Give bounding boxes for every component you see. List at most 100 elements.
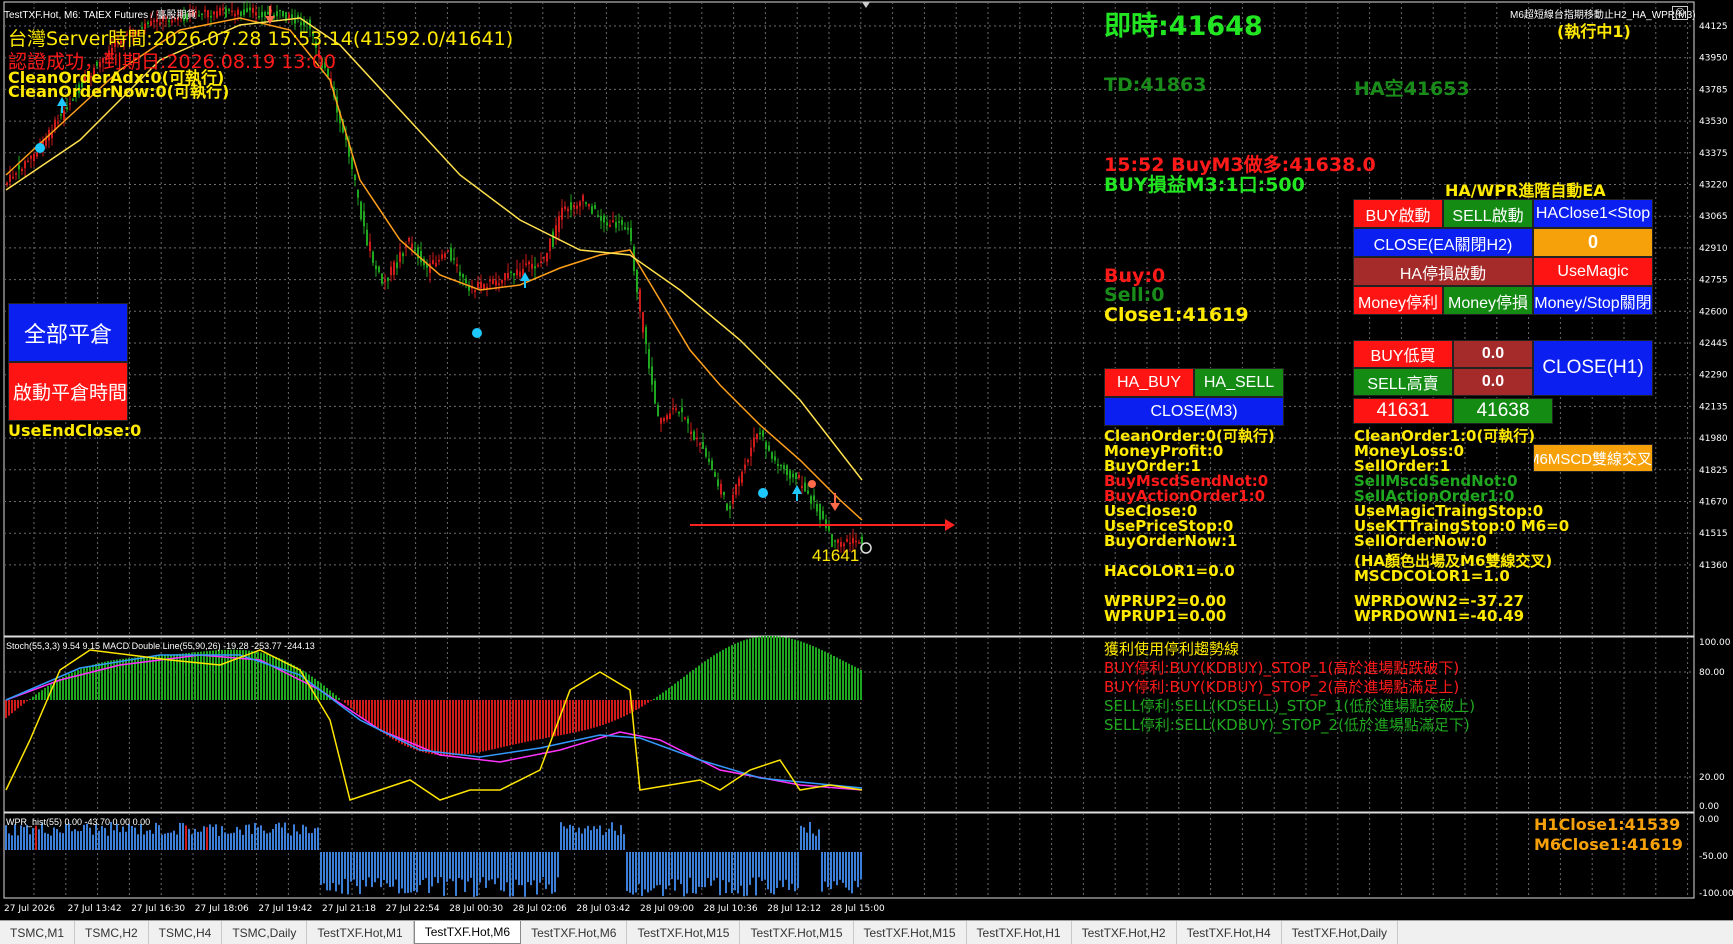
chart-tab[interactable]: TestTXF.Hot,M15 bbox=[627, 921, 741, 944]
buy-low-value[interactable]: 0.0 bbox=[1453, 340, 1533, 368]
candle-body bbox=[660, 417, 662, 424]
close-all-button[interactable]: 全部平倉 bbox=[8, 303, 128, 362]
money-profit-button[interactable]: Money停利 bbox=[1353, 286, 1443, 315]
sell-high-value[interactable]: 0.0 bbox=[1453, 368, 1533, 396]
ha-buy-button[interactable]: HA_BUY bbox=[1104, 368, 1194, 397]
candle-body bbox=[519, 271, 521, 277]
candle-body bbox=[549, 238, 551, 251]
candle-body bbox=[492, 279, 494, 285]
time-axis-label: 28 Jul 03:42 bbox=[576, 904, 630, 914]
candle-body bbox=[591, 206, 593, 214]
candle-body bbox=[786, 465, 788, 475]
time-axis-label: 27 Jul 21:18 bbox=[322, 904, 376, 914]
td-value: TD:41863 bbox=[1104, 74, 1207, 96]
time-axis-label: 28 Jul 10:36 bbox=[704, 904, 758, 914]
stop-rule-line: SELL停利:SELL(KDSELL)_STOP_1(低於進場點突破上) bbox=[1104, 697, 1476, 715]
chart-tab[interactable]: TestTXF.Hot,H1 bbox=[967, 921, 1072, 944]
price-axis-label: 41670 bbox=[1699, 498, 1728, 508]
chart-tab[interactable]: TestTXF.Hot,H2 bbox=[1072, 921, 1177, 944]
wpr-axis-label: -100.00 bbox=[1699, 889, 1733, 899]
candle-body bbox=[555, 225, 557, 237]
candle-body bbox=[357, 189, 359, 198]
chart-tab[interactable]: TestTXF.Hot,M6 bbox=[413, 921, 522, 944]
candle-body bbox=[252, 7, 254, 13]
candle-body bbox=[213, 11, 215, 15]
chart-tab[interactable]: TestTXF.Hot,H4 bbox=[1177, 921, 1282, 944]
money-stop-close-button[interactable]: Money/Stop關閉 bbox=[1533, 286, 1653, 315]
candle-body bbox=[690, 431, 692, 435]
price-axis-label: 42135 bbox=[1699, 402, 1728, 412]
candle-body bbox=[777, 464, 779, 466]
candle-body bbox=[711, 460, 713, 470]
mscd-cross-button[interactable]: M6MSCD雙線交叉 bbox=[1533, 444, 1653, 472]
chart-tab[interactable]: TestTXF.Hot,M1 bbox=[307, 921, 414, 944]
candle-body bbox=[282, 10, 284, 17]
chart-tab[interactable]: TestTXF.Hot,M15 bbox=[740, 921, 854, 944]
candle-body bbox=[288, 14, 290, 19]
candle-body bbox=[714, 472, 716, 477]
close-h1-button[interactable]: CLOSE(H1) bbox=[1533, 340, 1653, 396]
price-chart-canvas[interactable]: 44125 43950 43785 43530 43375 43220 43065 42910… bbox=[0, 0, 1733, 920]
candle-body bbox=[594, 205, 596, 209]
candle-body bbox=[702, 441, 704, 449]
candle-body bbox=[462, 274, 464, 278]
chart-tab[interactable]: TSMC,H4 bbox=[149, 921, 223, 944]
candle-body bbox=[399, 252, 401, 263]
candle-body bbox=[852, 537, 854, 544]
close-time-button[interactable]: 啟動平倉時間 bbox=[8, 362, 128, 421]
candle-body bbox=[237, 9, 239, 15]
zero-button[interactable]: 0 bbox=[1533, 228, 1653, 257]
candle-body bbox=[621, 220, 623, 225]
candle-body bbox=[381, 273, 383, 284]
candle-body bbox=[201, 13, 203, 15]
price-axis-label: 43065 bbox=[1699, 212, 1728, 222]
candle-body bbox=[351, 157, 353, 169]
close-m3-button[interactable]: CLOSE(M3) bbox=[1104, 397, 1284, 426]
chart-tab[interactable]: TestTXF.Hot,M6 bbox=[521, 921, 628, 944]
money-loss-button[interactable]: Money停損 bbox=[1443, 286, 1533, 315]
ha-stop-button[interactable]: HA停損啟動 bbox=[1353, 257, 1533, 286]
candle-body bbox=[657, 405, 659, 417]
candle-body bbox=[807, 490, 809, 494]
candle-body bbox=[231, 10, 233, 12]
price-axis-label: 43375 bbox=[1699, 149, 1728, 159]
close-ea-button[interactable]: CLOSE(EA關閉H2) bbox=[1353, 228, 1533, 257]
stoch-axis-label: 0.00 bbox=[1699, 802, 1719, 812]
ha-sell-button[interactable]: HA_SELL bbox=[1194, 368, 1284, 397]
candle-body bbox=[453, 258, 455, 260]
candle-body bbox=[66, 107, 68, 110]
buy-pnl: BUY損益M3:1口:500 bbox=[1104, 174, 1305, 196]
stop-rule-line: BUY停利:BUY(KDBUY)_STOP_1(高於進場點跌破下) bbox=[1104, 659, 1460, 677]
haclose-stop-button[interactable]: HAClose1<Stop bbox=[1533, 199, 1653, 228]
chart-tab[interactable]: TSMC,H2 bbox=[75, 921, 149, 944]
chart-area[interactable]: 44125 43950 43785 43530 43375 43220 43065 42910… bbox=[0, 0, 1733, 920]
candle-body bbox=[504, 272, 506, 280]
candle-body bbox=[693, 431, 695, 440]
status-left-line: WPRUP1=0.00 bbox=[1104, 607, 1227, 625]
buy-low-button[interactable]: BUY低買 bbox=[1353, 340, 1453, 368]
chart-tab[interactable]: TestTXF.Hot,Daily bbox=[1282, 921, 1398, 944]
use-magic-button[interactable]: UseMagic bbox=[1533, 257, 1653, 286]
candle-body bbox=[849, 542, 851, 545]
candle-body bbox=[291, 14, 293, 18]
candle-body bbox=[681, 407, 683, 413]
sell-start-button[interactable]: SELL啟動 bbox=[1443, 199, 1533, 228]
candle-body bbox=[369, 241, 371, 252]
wpr-axis-label: 0.00 bbox=[1699, 815, 1719, 825]
candle-body bbox=[477, 281, 479, 289]
candle-body bbox=[222, 8, 224, 11]
candle-body bbox=[279, 9, 281, 12]
ea-smiley-icon[interactable]: ☺ bbox=[1672, 6, 1688, 20]
candle-body bbox=[9, 174, 11, 182]
candle-body bbox=[402, 253, 404, 257]
buy-start-button[interactable]: BUY啟動 bbox=[1353, 199, 1443, 228]
chart-tab[interactable]: TestTXF.Hot,M15 bbox=[854, 921, 967, 944]
candle-body bbox=[228, 9, 230, 11]
candle-body bbox=[618, 221, 620, 223]
price-axis-label: 42445 bbox=[1699, 339, 1728, 349]
chart-tab[interactable]: TSMC,M1 bbox=[0, 921, 75, 944]
candle-body bbox=[696, 437, 698, 440]
sell-high-button[interactable]: SELL高賣 bbox=[1353, 368, 1453, 396]
stop-rule-line: BUY停利:BUY(KDBUY)_STOP_2(高於進場點滿足上) bbox=[1104, 678, 1460, 696]
chart-tab[interactable]: TSMC,Daily bbox=[222, 921, 308, 944]
